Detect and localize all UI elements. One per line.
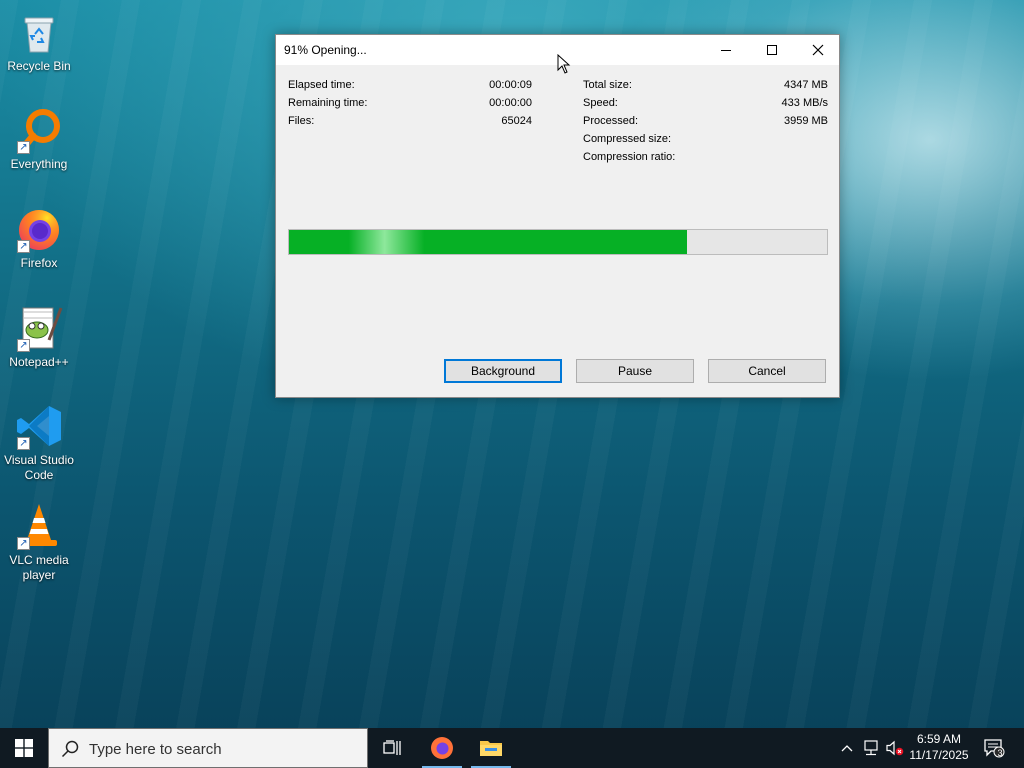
elapsed-time-row: Elapsed time: 00:00:09 (288, 79, 532, 91)
taskbar-file-explorer[interactable] (467, 728, 515, 768)
stats-right: Total size: 4347 MB Speed: 433 MB/s Proc… (583, 76, 828, 166)
shortcut-arrow-icon: ↗ (17, 240, 30, 253)
vscode-icon: ↗ (15, 402, 63, 450)
everything-search-icon: ↗ (15, 106, 63, 154)
shortcut-arrow-icon: ↗ (17, 437, 30, 450)
start-button[interactable] (0, 728, 48, 768)
vlc-cone-icon: ↗ (15, 502, 63, 550)
compression-ratio-row: Compression ratio: (583, 151, 676, 163)
shortcut-arrow-icon: ↗ (17, 339, 30, 352)
shortcut-arrow-icon: ↗ (17, 537, 30, 550)
desktop-icon-notepadpp[interactable]: ↗ Notepad++ (0, 304, 78, 370)
taskbar: Type here to search 6:59 AM 11/17/2025 3 (0, 728, 1024, 768)
task-view-icon (383, 740, 401, 755)
processed-row: Processed: 3959 MB (583, 115, 828, 127)
extract-progress-dialog: 91% Opening... Elapsed time: 00:00:09 Re… (275, 34, 840, 398)
stats-left: Elapsed time: 00:00:09 Remaining time: 0… (288, 76, 532, 130)
network-button[interactable] (860, 728, 882, 768)
remaining-time-row: Remaining time: 00:00:00 (288, 97, 532, 109)
desktop-icon-label: Firefox (20, 256, 58, 270)
taskbar-firefox[interactable] (418, 728, 466, 768)
firefox-icon (431, 737, 453, 759)
taskbar-search-box[interactable]: Type here to search (48, 728, 368, 768)
desktop-icon-firefox[interactable]: ↗ Firefox (0, 205, 78, 271)
desktop-icon-label: Notepad++ (9, 355, 69, 369)
search-placeholder: Type here to search (89, 741, 222, 758)
compressed-size-row: Compressed size: (583, 133, 672, 145)
maximize-icon (767, 45, 777, 55)
windows-start-icon (15, 739, 33, 757)
notification-count: 3 (997, 748, 1003, 758)
clock-date: 11/17/2025 (909, 748, 969, 762)
desktop-icon-vscode[interactable]: ↗ Visual Studio Code (0, 402, 78, 483)
desktop-icon-vlc[interactable]: ↗ VLC media player (0, 502, 78, 583)
search-icon (61, 740, 79, 758)
desktop-icon-label: Recycle Bin (7, 59, 71, 73)
task-view-button[interactable] (368, 728, 416, 768)
progress-bar (288, 229, 828, 255)
recycle-bin-icon (15, 8, 63, 56)
desktop-icon-recycle-bin[interactable]: Recycle Bin (0, 8, 78, 74)
desktop-icon-label: Everything (10, 157, 68, 171)
file-explorer-icon (480, 741, 502, 756)
shortcut-arrow-icon: ↗ (17, 141, 30, 154)
show-hidden-icons-button[interactable] (836, 728, 858, 768)
network-icon (864, 740, 878, 756)
progress-bar-fill (289, 230, 688, 254)
background-button[interactable]: Background (444, 359, 562, 383)
maximize-button[interactable] (749, 35, 795, 65)
volume-button[interactable] (884, 728, 906, 768)
desktop-icon-label: Visual Studio Code (4, 453, 74, 482)
clock-time: 6:59 AM (916, 732, 962, 746)
close-icon (812, 44, 824, 56)
files-row: Files: 65024 (288, 115, 532, 127)
minimize-button[interactable] (703, 35, 749, 65)
chevron-up-icon (841, 745, 853, 752)
action-center-button[interactable]: 3 (980, 728, 1008, 768)
cancel-button[interactable]: Cancel (708, 359, 826, 383)
close-button[interactable] (795, 35, 841, 65)
pause-button[interactable]: Pause (576, 359, 694, 383)
dialog-title: 91% Opening... (284, 43, 367, 57)
speed-row: Speed: 433 MB/s (583, 97, 828, 109)
taskbar-clock[interactable]: 6:59 AM 11/17/2025 (904, 731, 974, 763)
firefox-icon: ↗ (15, 205, 63, 253)
desktop-icon-everything[interactable]: ↗ Everything (0, 106, 78, 172)
notepadpp-icon: ↗ (15, 304, 63, 352)
minimize-icon (721, 50, 731, 51)
mouse-cursor-icon (557, 54, 571, 74)
volume-muted-icon (886, 740, 904, 756)
desktop-icon-label: VLC media player (9, 553, 69, 582)
total-size-row: Total size: 4347 MB (583, 79, 828, 91)
